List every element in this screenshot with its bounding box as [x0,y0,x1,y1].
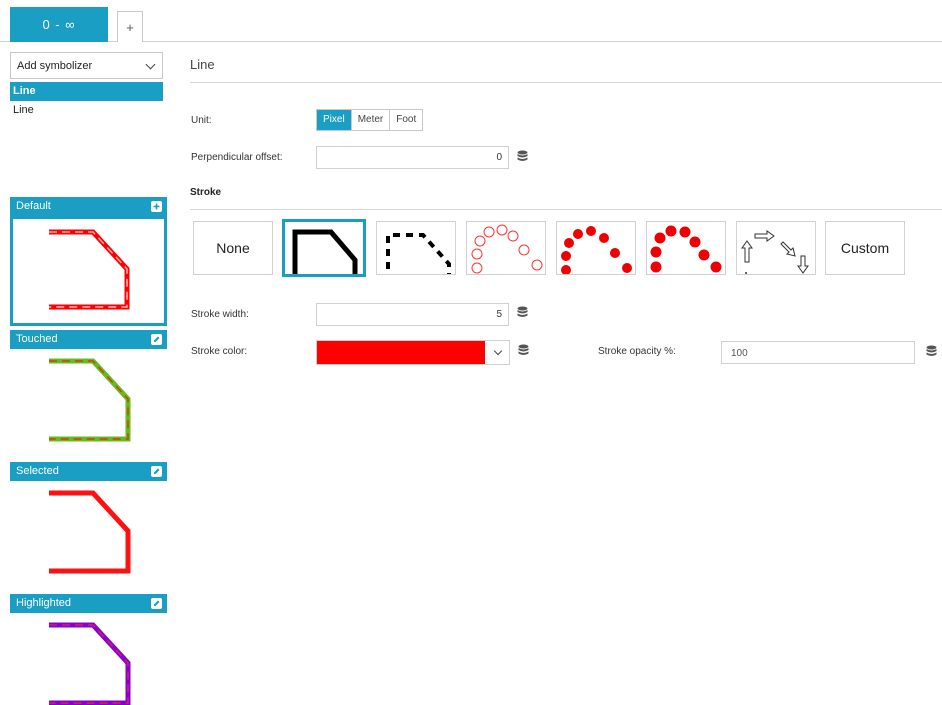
state-header-default: Default [10,197,167,216]
dash-option-arrows[interactable] [736,221,816,275]
add-symbolizer-label: Add symbolizer [17,59,93,72]
dash-option-hollow-circles[interactable] [466,221,546,275]
state-label-selected: Selected [16,465,59,477]
edit-icon[interactable] [151,598,162,609]
dash-option-large-red-dots[interactable] [646,221,726,275]
chevron-down-icon [145,59,156,70]
symbolizer-title: Line [190,57,215,72]
add-symbolizer-select[interactable]: Add symbolizer [10,52,163,79]
unit-toggle-group: Pixel Meter Foot [316,109,424,131]
edit-icon[interactable] [151,466,162,477]
add-tab-button[interactable]: + [117,11,143,42]
unit-label: Unit: [191,115,212,126]
dash-option-none-label: None [216,240,250,256]
state-preview-selected[interactable] [10,481,167,591]
line-preview-highlighted [49,622,131,705]
perpendicular-offset-input[interactable]: 0 [316,146,509,169]
hollow-circles-icon [471,224,543,274]
dashed-line-icon [386,233,451,274]
symbolizer-item-line[interactable]: Line [10,101,163,119]
stroke-color-swatch [317,341,485,364]
unit-meter-button[interactable]: Meter [351,110,391,130]
symbolizer-list: Line Line [10,82,163,119]
symbolizer-item-line-selected[interactable]: Line [10,82,163,101]
dash-option-custom[interactable]: Custom [825,221,905,275]
solid-line-icon [292,229,358,274]
database-icon[interactable] [926,345,937,358]
unit-foot-button[interactable]: Foot [390,110,423,130]
state-header-highlighted: Highlighted [10,594,167,613]
red-dots-icon [561,226,632,274]
large-red-dots-icon [650,225,722,273]
dash-option-red-dots[interactable] [556,221,636,275]
state-preview-default[interactable] [10,216,167,326]
tab-scale-range[interactable]: 0 - ∞ [10,7,108,42]
dash-option-custom-label: Custom [840,240,890,256]
stroke-divider [190,209,942,210]
state-preview-highlighted[interactable] [10,613,167,705]
line-preview-touched [49,358,131,442]
plus-square-icon[interactable] [151,201,162,212]
stroke-color-label: Stroke color: [191,346,248,357]
scale-tab-bar: 0 - ∞ + [0,0,942,42]
edit-icon[interactable] [151,334,162,345]
dash-option-solid[interactable] [282,219,366,277]
dash-option-dashed[interactable] [376,221,456,275]
state-header-selected: Selected [10,462,167,481]
chevron-down-icon [493,346,503,356]
stroke-width-input[interactable]: 5 [316,303,509,326]
database-icon[interactable] [517,150,528,163]
line-preview-selected [49,490,131,574]
stroke-color-picker[interactable] [316,340,510,365]
arrows-icon [741,230,809,274]
database-icon[interactable] [517,306,528,319]
stroke-opacity-input[interactable]: 100 [721,341,915,364]
state-header-touched: Touched [10,330,167,349]
stroke-width-label: Stroke width: [191,309,249,320]
stroke-section-heading: Stroke [190,187,222,198]
stroke-opacity-label: Stroke opacity %: [598,346,676,357]
title-divider [190,82,942,83]
dash-option-none[interactable]: None [193,221,273,275]
unit-pixel-button[interactable]: Pixel [317,110,352,130]
state-label-highlighted: Highlighted [16,597,72,609]
state-label-default: Default [16,200,51,212]
database-icon[interactable] [518,344,529,357]
state-label-touched: Touched [16,333,58,345]
perpendicular-offset-label: Perpendicular offset: [191,152,283,163]
state-preview-touched[interactable] [10,349,167,459]
line-preview-default [49,229,130,310]
